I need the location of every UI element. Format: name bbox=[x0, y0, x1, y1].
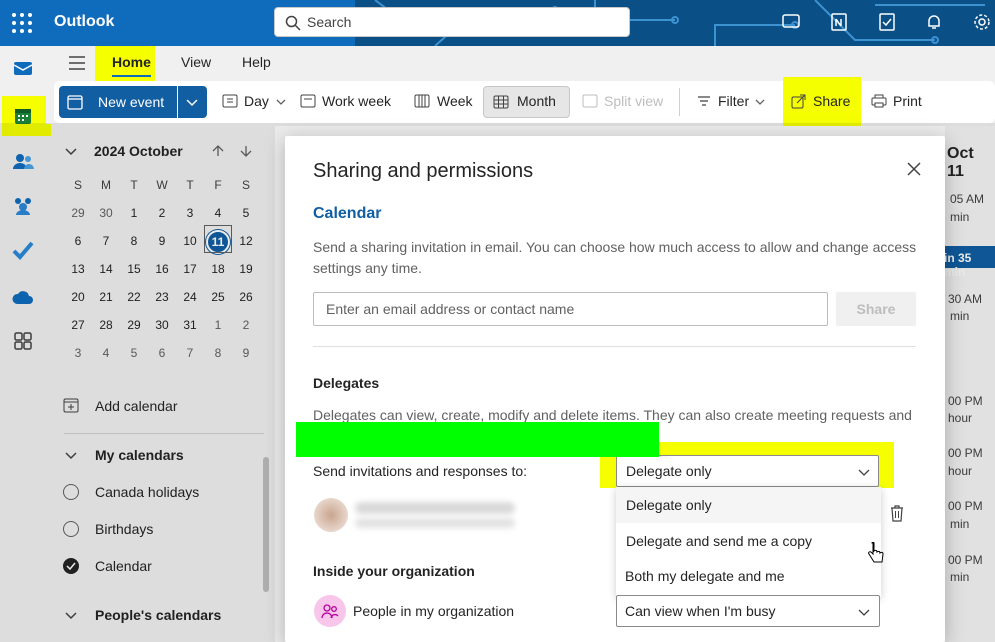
sharing-permissions-dialog: Sharing and permissions Calendar Send a … bbox=[285, 136, 945, 642]
search-placeholder: Search bbox=[307, 14, 352, 30]
organization-avatar bbox=[314, 595, 346, 627]
email-input[interactable] bbox=[313, 292, 828, 326]
people-org-icon bbox=[321, 604, 339, 619]
tab-view[interactable]: View bbox=[181, 54, 211, 70]
week-view-icon bbox=[414, 94, 430, 108]
todo-icon[interactable] bbox=[876, 11, 898, 33]
app-title: Outlook bbox=[54, 13, 115, 30]
month-view-icon bbox=[493, 95, 509, 109]
print-button[interactable]: Print bbox=[893, 93, 922, 109]
split-divider bbox=[177, 86, 178, 118]
share-icon bbox=[791, 94, 806, 109]
calendar-add-icon bbox=[67, 95, 83, 110]
calendar-section-title: Calendar bbox=[313, 205, 382, 222]
app-launcher-icon[interactable] bbox=[11, 12, 33, 34]
people-in-organization-label: People in my organization bbox=[353, 603, 515, 619]
chevron-down-icon[interactable] bbox=[276, 97, 286, 107]
share-button[interactable]: Share bbox=[813, 93, 850, 109]
day-view-button[interactable]: Day bbox=[244, 93, 269, 109]
active-tab-underline bbox=[112, 75, 151, 77]
organization-permission-dropdown[interactable]: Can view when I'm busy bbox=[616, 595, 880, 627]
dialog-title: Sharing and permissions bbox=[313, 160, 534, 182]
option-delegate-and-copy[interactable]: Delegate and send me a copy bbox=[616, 523, 881, 559]
month-view-button[interactable]: Month bbox=[483, 86, 570, 118]
toolbar-divider bbox=[679, 88, 680, 116]
hamburger-menu-icon[interactable] bbox=[68, 54, 86, 72]
delegates-title: Delegates bbox=[313, 375, 380, 391]
teams-chat-icon[interactable] bbox=[780, 11, 802, 33]
chevron-down-icon[interactable] bbox=[185, 95, 199, 109]
onenote-icon[interactable] bbox=[828, 11, 850, 33]
top-bar: Outlook Search bbox=[0, 0, 995, 46]
tab-help[interactable]: Help bbox=[242, 54, 271, 70]
split-view-button[interactable]: Split view bbox=[604, 93, 663, 109]
new-event-label: New event bbox=[98, 94, 165, 110]
work-week-button[interactable]: Work week bbox=[322, 93, 391, 109]
option-both-delegate-and-me[interactable]: Both my delegate and me bbox=[625, 568, 785, 584]
delegate-avatar bbox=[314, 498, 348, 532]
dropdown-selected-value: Delegate only bbox=[626, 463, 712, 479]
settings-gear-icon[interactable] bbox=[971, 11, 993, 33]
section-divider bbox=[313, 346, 916, 347]
chevron-down-icon bbox=[858, 469, 870, 476]
share-submit-button[interactable]: Share bbox=[836, 292, 916, 326]
sharing-description: Send a sharing invitation in email. You … bbox=[313, 239, 917, 276]
delegate-name-redacted bbox=[355, 502, 515, 514]
new-event-button[interactable]: New event bbox=[59, 86, 207, 118]
permission-selected-value: Can view when I'm busy bbox=[625, 603, 776, 619]
print-icon bbox=[871, 94, 887, 108]
search-box[interactable]: Search bbox=[274, 7, 630, 37]
chevron-down-icon bbox=[858, 609, 870, 616]
inside-organization-title: Inside your organization bbox=[313, 563, 475, 579]
delete-trash-icon[interactable] bbox=[889, 504, 905, 522]
mail-icon[interactable] bbox=[11, 56, 35, 80]
option-both-delegate-and-me-highlight[interactable] bbox=[296, 422, 659, 457]
option-delegate-only[interactable]: Delegate only bbox=[616, 487, 881, 523]
delegate-email-redacted bbox=[355, 518, 515, 528]
work-week-icon bbox=[300, 94, 316, 108]
send-invitations-label: Send invitations and responses to: bbox=[313, 463, 528, 479]
tab-home[interactable]: Home bbox=[112, 54, 151, 70]
hand-cursor-icon bbox=[868, 542, 884, 563]
chevron-down-icon[interactable] bbox=[755, 97, 765, 107]
filter-icon bbox=[698, 96, 710, 106]
close-icon[interactable] bbox=[905, 160, 923, 178]
day-view-icon bbox=[222, 94, 238, 108]
split-view-icon bbox=[582, 94, 598, 108]
send-invitations-dropdown[interactable]: Delegate only bbox=[616, 455, 879, 487]
filter-button[interactable]: Filter bbox=[718, 93, 749, 109]
month-view-label: Month bbox=[517, 93, 556, 109]
search-icon bbox=[285, 15, 301, 31]
week-view-button[interactable]: Week bbox=[437, 93, 473, 109]
notifications-bell-icon[interactable] bbox=[923, 11, 945, 33]
